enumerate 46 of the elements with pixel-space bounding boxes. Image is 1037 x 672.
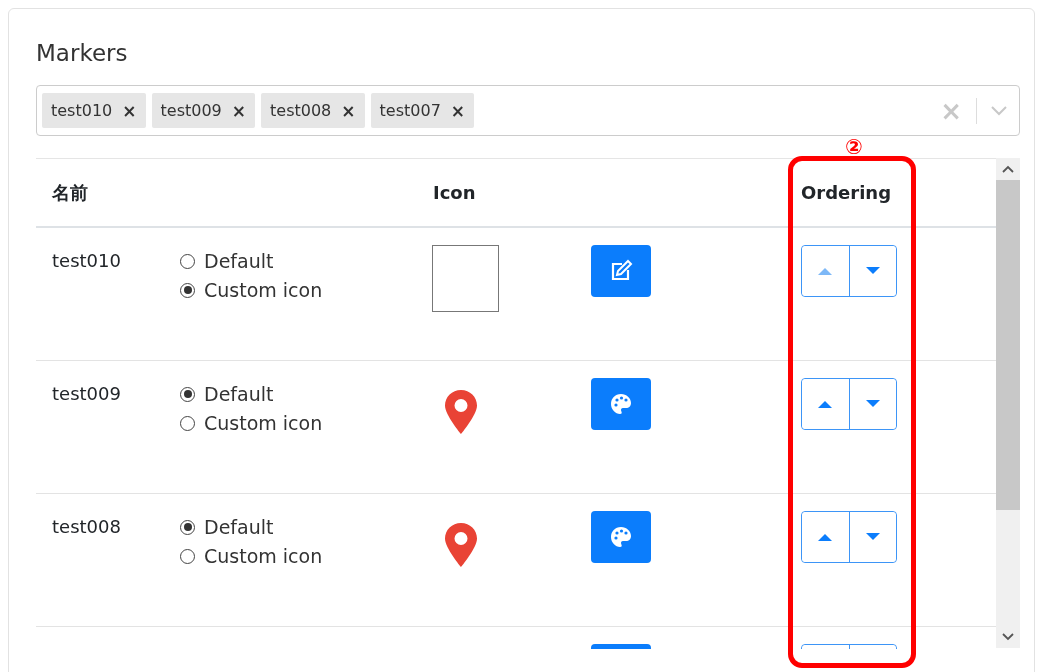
column-header: Ordering (800, 182, 893, 203)
annotation-number: ② (845, 137, 863, 158)
palette-icon (610, 393, 632, 415)
column-header: 名前 (51, 180, 89, 205)
caret-down-icon (865, 267, 880, 275)
tag-label: test008 (270, 101, 332, 120)
scroll-up-icon[interactable] (1002, 165, 1014, 173)
tag-label: test009 (160, 101, 222, 120)
tag-label: test010 (51, 101, 113, 120)
palette-icon (610, 526, 632, 548)
caret-down-icon (865, 400, 880, 408)
tag-remove-button[interactable]: × (450, 100, 466, 121)
column-header: Icon (433, 182, 477, 203)
caret-down-icon (865, 533, 880, 541)
chevron-down-icon[interactable] (991, 105, 1007, 116)
radio-option[interactable]: Custom icon (180, 279, 433, 301)
marker-name: test008 (52, 516, 121, 537)
move-down-button[interactable] (848, 512, 896, 562)
tag-select-field[interactable]: test010 × test009 × test008 × test007 × × (36, 85, 1020, 136)
caret-up-icon (818, 533, 833, 541)
caret-up-icon (818, 267, 833, 275)
tag-remove-button[interactable]: × (231, 100, 247, 121)
tag-remove-button[interactable]: × (341, 100, 356, 121)
marker-name: test010 (52, 250, 121, 271)
map-pin-icon (445, 523, 477, 567)
edit-button[interactable] (591, 245, 651, 297)
scrollbar-thumb[interactable] (996, 180, 1020, 510)
radio-option[interactable]: Custom icon (180, 545, 433, 567)
edit-icon (609, 259, 633, 283)
radio-option[interactable]: Default (180, 516, 433, 538)
palette-button[interactable] (591, 511, 651, 563)
marker-name: test009 (52, 383, 121, 404)
caret-up-icon (818, 400, 833, 408)
move-down-button[interactable] (848, 379, 896, 429)
section-title: Markers (36, 39, 129, 68)
tag-remove-button[interactable]: × (122, 100, 137, 121)
empty-icon-preview (432, 245, 499, 312)
palette-button[interactable] (591, 378, 651, 430)
scroll-down-icon[interactable] (1002, 633, 1014, 641)
move-down-button[interactable] (848, 246, 896, 296)
tag-label: test007 (379, 101, 441, 120)
radio-option[interactable]: Default (180, 383, 433, 405)
map-pin-icon (445, 390, 477, 434)
scrollbar[interactable] (996, 158, 1020, 648)
radio-option[interactable]: Custom icon (180, 412, 433, 434)
radio-option[interactable]: Default (180, 250, 433, 272)
